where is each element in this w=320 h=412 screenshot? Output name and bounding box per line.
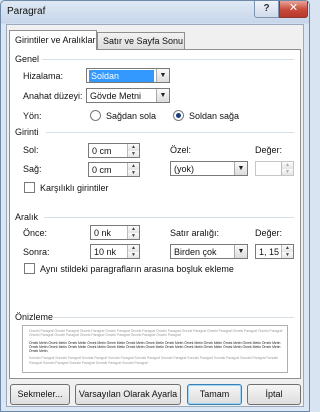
chevron-down-icon[interactable]: ▼ [156,69,169,82]
no-space-same-style-label[interactable]: Aynı stildeki paragrafların arasına boşl… [40,264,234,274]
tabs-button-label: Sekmeler... [17,389,63,399]
mirror-indents-label[interactable]: Karşılıklı girintiler [40,183,109,193]
alignment-label: Hizalama: [23,71,64,81]
preview-divider [52,317,294,318]
ltr-label[interactable]: Soldan sağa [189,111,239,121]
preview-section-title: Önizleme [15,312,54,322]
indent-divider [46,132,294,133]
chevron-down-icon[interactable]: ▼ [234,162,247,175]
set-as-default-button[interactable]: Varsayılan Olarak Ayarla [75,384,181,405]
alignment-value: Soldan [89,70,154,82]
indent-section-title: Girinti [15,127,39,137]
spin-down-icon[interactable]: ▼ [282,251,293,258]
spacing-before-value: 0 nk [94,228,112,238]
indent-by-label: Değer: [255,145,283,155]
line-spacing-select[interactable]: Birden çok ▼ [170,244,248,259]
spacing-divider [44,217,294,218]
tab-indents-spacing[interactable]: Girintiler ve Aralıklar [9,30,97,50]
rtl-label[interactable]: Sağdan sola [106,111,156,121]
special-indent-label: Özel: [170,145,192,155]
special-indent-value: (yok) [174,164,194,174]
general-divider [42,59,294,60]
cancel-button-label: İptal [265,389,283,399]
spacing-after-label: Sonra: [23,247,50,257]
preview-next-paragraph: Sonraki Paragraf Sonraki Paragraf Sonrak… [29,356,278,365]
tab-indents-spacing-label: Girintiler ve Aralıklar [15,35,96,45]
indent-right-label: Sağ: [23,164,42,174]
spin-down-icon[interactable]: ▼ [128,232,139,239]
indent-by-spinner[interactable]: ▲ ▼ [255,161,294,176]
spacing-before-label: Önce: [23,228,48,238]
tab-line-page-breaks-label: Satır ve Sayfa Sonu [103,36,184,46]
dialog-body: Girintiler ve Aralıklar Satır ve Sayfa S… [6,24,304,407]
close-button[interactable]: ✕ [279,1,308,18]
set-as-default-label: Varsayılan Olarak Ayarla [78,389,178,399]
tab-line-page-breaks[interactable]: Satır ve Sayfa Sonu [97,32,185,49]
spacing-after-spinner[interactable]: 10 nk ▲ ▼ [90,244,140,259]
line-spacing-label: Satır aralığı: [170,228,220,238]
dialog-title: Paragraf [7,6,46,17]
spacing-before-spinner[interactable]: 0 nk ▲ ▼ [90,225,140,240]
alignment-select[interactable]: Soldan ▼ [86,68,170,83]
direction-label: Yön: [23,111,42,121]
spacing-after-value: 10 nk [94,247,117,257]
general-section-title: Genel [15,54,40,64]
rtl-radio[interactable] [90,110,101,121]
outline-level-value: Gövde Metni [90,91,142,101]
outline-level-label: Anahat düzeyi: [23,91,83,101]
help-button[interactable]: ? [254,1,279,18]
ltr-radio[interactable] [173,110,184,121]
spin-down-icon[interactable]: ▼ [128,169,139,176]
preview-sample-text: Örnek Metin Örnek Metin Örnek Metin Örne… [29,340,281,354]
line-spacing-value: Birden çok [174,247,217,257]
no-space-same-style-checkbox[interactable] [24,263,35,274]
chevron-down-icon[interactable]: ▼ [234,245,247,258]
line-spacing-at-label: Değer: [255,228,283,238]
ok-button-label: Tamam [199,389,230,399]
special-indent-select[interactable]: (yok) ▼ [170,161,248,176]
line-spacing-at-value: 1, 15 [259,247,280,257]
preview-area: Önceki Paragraf Önceki Paragraf Önceki P… [22,325,288,373]
mirror-indents-checkbox[interactable] [24,182,35,193]
spin-down-icon[interactable]: ▼ [128,150,139,157]
indent-left-label: Sol: [23,145,39,155]
preview-previous-paragraph: Önceki Paragraf Önceki Paragraf Önceki P… [29,329,283,338]
cancel-button[interactable]: İptal [247,384,301,405]
tab-panel: Genel Hizalama: Soldan ▼ Anahat düzeyi: … [9,49,301,379]
indent-right-value: 0 cm [92,165,112,175]
spin-down-icon[interactable]: ▼ [282,168,293,175]
spacing-section-title: Aralık [15,212,39,222]
indent-left-value: 0 cm [92,146,112,156]
line-spacing-at-spinner[interactable]: 1, 15 ▲ ▼ [255,244,294,259]
tabs-button[interactable]: Sekmeler... [10,384,70,405]
paragraph-dialog: Paragraf ? ✕ Girintiler ve Aralıklar Sat… [0,0,310,412]
outline-level-select[interactable]: Gövde Metni ▼ [86,88,170,103]
title-bar[interactable]: Paragraf ? ✕ [1,1,309,23]
ok-button[interactable]: Tamam [187,384,242,405]
spin-down-icon[interactable]: ▼ [128,251,139,258]
indent-right-spinner[interactable]: 0 cm ▲ ▼ [88,162,140,177]
chevron-down-icon[interactable]: ▼ [156,89,169,102]
indent-left-spinner[interactable]: 0 cm ▲ ▼ [88,143,140,158]
